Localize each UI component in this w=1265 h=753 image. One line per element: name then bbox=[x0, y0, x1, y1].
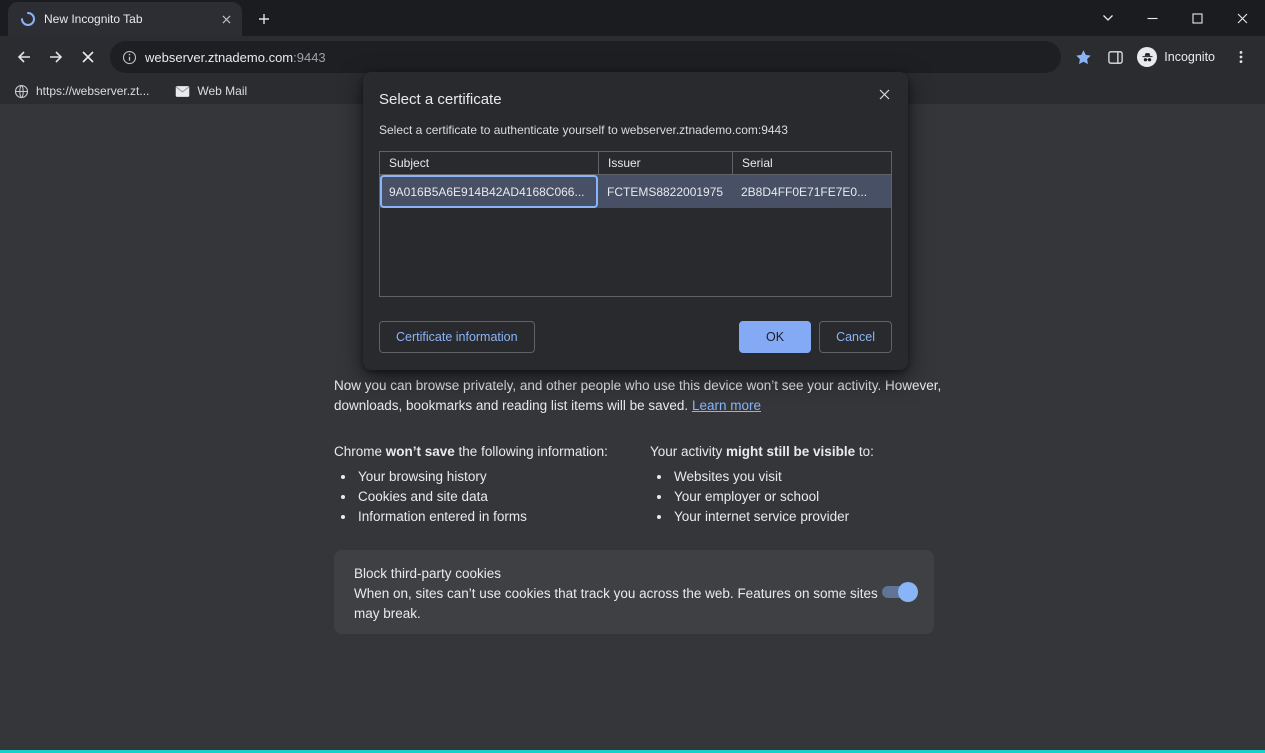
list-item: Cookies and site data bbox=[356, 487, 650, 507]
column-header-subject: Subject bbox=[380, 152, 598, 174]
cookies-card-description: When on, sites can’t use cookies that tr… bbox=[354, 584, 882, 624]
tab-title: New Incognito Tab bbox=[44, 12, 210, 26]
wont-save-heading: Chrome won’t save the following informat… bbox=[334, 442, 650, 462]
certificate-table-header: Subject Issuer Serial bbox=[380, 152, 891, 175]
incognito-label: Incognito bbox=[1164, 50, 1215, 64]
list-item: Your internet service provider bbox=[672, 507, 934, 527]
visible-to-section: Your activity might still be visible to:… bbox=[650, 442, 934, 527]
cert-subject-cell[interactable]: 9A016B5A6E914B42AD4168C066... bbox=[380, 175, 598, 208]
ok-button[interactable]: OK bbox=[739, 321, 811, 353]
tab-close-icon[interactable] bbox=[218, 11, 234, 27]
third-party-cookies-card: Block third-party cookies When on, sites… bbox=[334, 550, 934, 634]
incognito-profile-badge[interactable]: Incognito bbox=[1131, 43, 1225, 71]
select-certificate-dialog: Select a certificate Select a certificat… bbox=[363, 72, 908, 370]
side-panel-button[interactable] bbox=[1099, 41, 1131, 73]
maximize-button[interactable] bbox=[1175, 0, 1220, 36]
bookmark-label: https://webserver.zt... bbox=[36, 84, 149, 98]
certificate-information-button[interactable]: Certificate information bbox=[379, 321, 535, 353]
toggle-knob bbox=[898, 582, 918, 602]
certificate-table: Subject Issuer Serial 9A016B5A6E914B42AD… bbox=[379, 151, 892, 297]
visible-to-heading: Your activity might still be visible to: bbox=[650, 442, 934, 462]
browser-menu-button[interactable] bbox=[1225, 41, 1257, 73]
browser-window: New Incognito Tab bbox=[0, 0, 1265, 753]
wont-save-section: Chrome won’t save the following informat… bbox=[334, 442, 650, 527]
star-icon bbox=[1075, 49, 1092, 66]
certificate-row-selected[interactable]: 9A016B5A6E914B42AD4168C066... FCTEMS8822… bbox=[380, 175, 891, 208]
bookmark-item-webmail[interactable]: Web Mail bbox=[175, 84, 247, 98]
bookmark-item-webserver[interactable]: https://webserver.zt... bbox=[14, 84, 149, 99]
bookmark-label: Web Mail bbox=[197, 84, 247, 98]
list-item: Information entered in forms bbox=[356, 507, 650, 527]
column-header-serial: Serial bbox=[732, 152, 891, 174]
cert-issuer-cell[interactable]: FCTEMS8822001975 bbox=[598, 175, 732, 208]
loading-spinner-icon bbox=[20, 11, 36, 27]
window-controls bbox=[1085, 0, 1265, 36]
cert-serial-cell[interactable]: 2B8D4FF0E71FE7E0... bbox=[732, 175, 891, 208]
url-port: :9443 bbox=[293, 50, 326, 65]
close-window-button[interactable] bbox=[1220, 0, 1265, 36]
column-header-issuer: Issuer bbox=[598, 152, 732, 174]
block-cookies-toggle[interactable] bbox=[882, 586, 916, 598]
tab-search-chevron-icon[interactable] bbox=[1085, 0, 1130, 36]
cookies-card-title: Block third-party cookies bbox=[354, 564, 914, 584]
url-text: webserver.ztnademo.com:9443 bbox=[145, 50, 326, 65]
forward-button[interactable] bbox=[40, 41, 72, 73]
site-info-icon[interactable] bbox=[122, 50, 137, 65]
dialog-actions: Certificate information OK Cancel bbox=[379, 321, 892, 353]
dialog-title: Select a certificate bbox=[379, 90, 892, 110]
new-tab-button[interactable] bbox=[250, 5, 278, 33]
wont-save-list: Your browsing history Cookies and site d… bbox=[334, 467, 650, 527]
intro-text: Now you can browse privately, and other … bbox=[334, 378, 941, 413]
envelope-icon bbox=[175, 85, 190, 98]
minimize-button[interactable] bbox=[1130, 0, 1175, 36]
dialog-subtitle: Select a certificate to authenticate you… bbox=[379, 122, 892, 138]
list-item: Your employer or school bbox=[672, 487, 934, 507]
learn-more-link[interactable]: Learn more bbox=[692, 398, 761, 413]
list-item: Websites you visit bbox=[672, 467, 934, 487]
tab-new-incognito[interactable]: New Incognito Tab bbox=[8, 2, 242, 36]
cancel-button[interactable]: Cancel bbox=[819, 321, 892, 353]
back-button[interactable] bbox=[8, 41, 40, 73]
tab-strip: New Incognito Tab bbox=[0, 0, 1265, 36]
three-dot-icon bbox=[1234, 50, 1248, 64]
dialog-close-icon[interactable] bbox=[872, 82, 896, 106]
stop-loading-button[interactable] bbox=[72, 41, 104, 73]
incognito-columns: Chrome won’t save the following informat… bbox=[334, 442, 934, 527]
incognito-intro: Now you can browse privately, and other … bbox=[334, 376, 946, 416]
address-bar[interactable]: webserver.ztnademo.com:9443 bbox=[110, 41, 1061, 73]
globe-icon bbox=[14, 84, 29, 99]
bookmark-star-button[interactable] bbox=[1067, 41, 1099, 73]
visible-to-list: Websites you visit Your employer or scho… bbox=[650, 467, 934, 527]
incognito-icon bbox=[1137, 47, 1157, 67]
list-item: Your browsing history bbox=[356, 467, 650, 487]
